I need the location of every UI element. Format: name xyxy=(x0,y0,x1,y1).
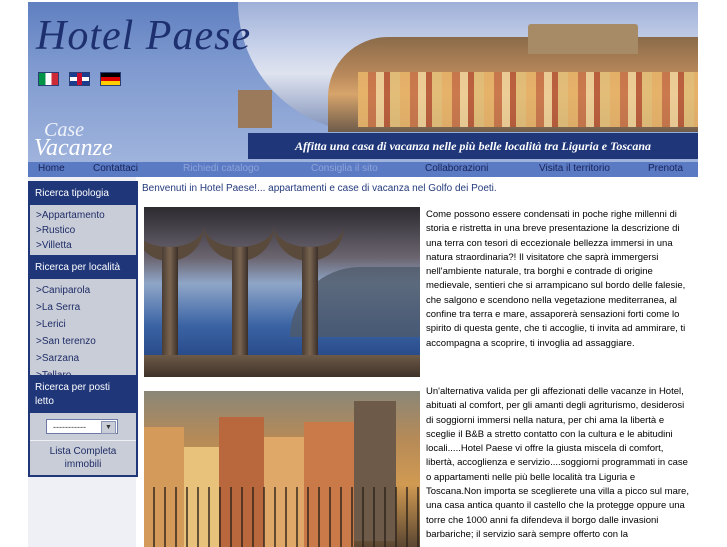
link-rustico[interactable]: >Rustico xyxy=(30,223,136,238)
flag-italy-icon[interactable] xyxy=(38,72,59,86)
intro-paragraph: Come possono essere condensati in poche … xyxy=(426,209,686,349)
language-flags xyxy=(38,72,121,86)
link-lerici[interactable]: >Lerici xyxy=(30,316,136,333)
photo-floor xyxy=(144,355,420,377)
banner-houses xyxy=(358,72,698,127)
flag-germany-icon[interactable] xyxy=(100,72,121,86)
lista-completa-link[interactable]: Lista Completa immobili xyxy=(30,440,136,475)
main-nav: Home Contattaci Richiedi catalogo Consig… xyxy=(28,162,698,177)
harbour-photo xyxy=(144,391,420,547)
nav-home[interactable]: Home xyxy=(38,163,65,174)
box-tipologia: Ricerca tipologia >Appartamento >Rustico… xyxy=(28,181,138,259)
arch-column xyxy=(162,247,178,357)
link-sarzana[interactable]: >Sarzana xyxy=(30,350,136,367)
photo-arch xyxy=(274,207,344,377)
link-appartamento[interactable]: >Appartamento xyxy=(30,208,136,223)
photo-boat-masts xyxy=(144,487,420,547)
link-la-serra[interactable]: >La Serra xyxy=(30,299,136,316)
banner-church xyxy=(238,90,272,128)
header-banner: Hotel Paese Case Vacanze Affitta una cas… xyxy=(28,2,698,162)
site-title: Hotel Paese xyxy=(36,13,252,59)
sidebar: Ricerca tipologia >Appartamento >Rustico… xyxy=(28,177,138,547)
link-caniparola[interactable]: >Caniparola xyxy=(30,282,136,299)
link-san-terenzo[interactable]: >San terenzo xyxy=(30,333,136,350)
nav-contattaci[interactable]: Contattaci xyxy=(93,163,138,174)
nav-consiglia-sito[interactable]: Consiglia il sito xyxy=(311,163,378,174)
nav-collaborazioni[interactable]: Collaborazioni xyxy=(425,163,488,174)
tagline: Affitta una casa di vacanza nelle più be… xyxy=(248,133,698,159)
link-villetta[interactable]: >Villetta xyxy=(30,238,136,253)
box-localita-title: Ricerca per località xyxy=(30,257,136,279)
case-vacanze-logo: Case Vacanze xyxy=(34,120,113,160)
box-localita: Ricerca per località >Caniparola >La Ser… xyxy=(28,255,138,389)
welcome-text: Benvenuti in Hotel Paese!... appartament… xyxy=(142,183,497,194)
box-posti-title: Ricerca per posti letto xyxy=(30,377,136,413)
cloister-photo xyxy=(144,207,420,377)
box-tipologia-title: Ricerca tipologia xyxy=(30,183,136,205)
box-posti-letto: Ricerca per posti letto ----------- ▼ Li… xyxy=(28,375,138,477)
photo-arch xyxy=(144,207,204,377)
banner-castle xyxy=(528,24,638,54)
chevron-down-icon: ▼ xyxy=(101,421,116,434)
posti-letto-select[interactable]: ----------- ▼ xyxy=(46,419,118,434)
nav-prenota[interactable]: Prenota xyxy=(648,163,683,174)
photo-arch xyxy=(204,207,274,377)
page: Hotel Paese Case Vacanze Affitta una cas… xyxy=(28,2,698,547)
posti-letto-value: ----------- xyxy=(53,422,86,432)
arch-column xyxy=(302,247,318,357)
nav-richiedi-catalogo[interactable]: Richiedi catalogo xyxy=(183,163,259,174)
arch-column xyxy=(232,247,248,357)
logo-line-1: Case xyxy=(44,119,84,141)
flag-uk-icon[interactable] xyxy=(69,72,90,86)
nav-visita-territorio[interactable]: Visita il territorio xyxy=(539,163,610,174)
offer-paragraph: Un'alternativa valida per gli affezionat… xyxy=(426,386,689,540)
